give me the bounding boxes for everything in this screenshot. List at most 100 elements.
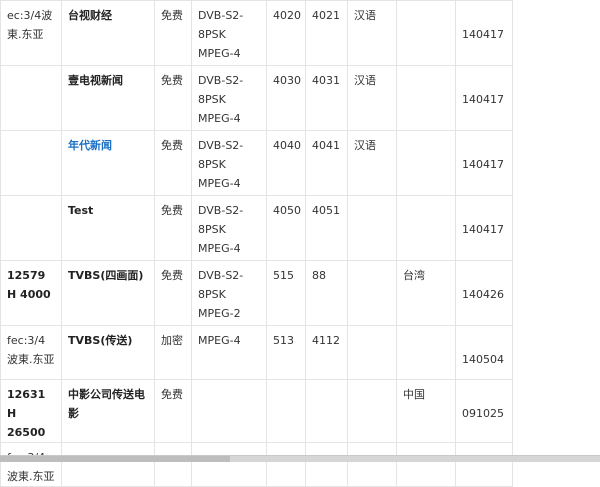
- region-cell: [396, 65, 456, 131]
- frequency-text: 12579 H 4000: [7, 269, 51, 301]
- language-cell: [347, 195, 397, 261]
- date-cell: 140417: [455, 0, 513, 66]
- date-cell: 140417: [455, 195, 513, 261]
- audio-pid-cell: 4021: [305, 0, 348, 66]
- fee-text: 免费: [161, 9, 183, 22]
- video-pid-cell: 515: [266, 260, 306, 326]
- channel-name-cell: TVBS(四画面): [61, 260, 155, 326]
- video-pid-cell: [266, 442, 306, 487]
- fee-cell: 免费: [154, 379, 192, 443]
- table-row: fec:3/4波東.东亚: [0, 442, 513, 487]
- table-row: Test 免费 DVB-S2-8PSK MPEG-4 4050 4051 140417: [0, 195, 513, 261]
- date-text: 140426: [462, 288, 504, 301]
- language-cell: [347, 442, 397, 487]
- region-cell: 中国: [396, 379, 456, 443]
- frequency-cell: [0, 130, 62, 196]
- channel-name-cell[interactable]: 年代新闻: [61, 130, 155, 196]
- language-text: 汉语: [354, 74, 376, 87]
- region-text: 台湾: [403, 269, 425, 282]
- language-text: 汉语: [354, 9, 376, 22]
- date-cell: [455, 442, 513, 487]
- channel-name-text: Test: [68, 204, 94, 217]
- video-pid-cell: 4030: [266, 65, 306, 131]
- frequency-cell: ec:3/4波東.东亚: [0, 0, 62, 66]
- date-cell: 140504: [455, 325, 513, 380]
- audio-pid-cell: 4041: [305, 130, 348, 196]
- system-text: MPEG-4: [198, 334, 241, 347]
- channel-name-text: 中影公司传送电影: [68, 388, 145, 420]
- video-pid-text: 4050: [273, 204, 301, 217]
- channel-name-text: 壹电视新闻: [68, 74, 123, 87]
- audio-pid-cell: 4051: [305, 195, 348, 261]
- fee-text: 免费: [161, 269, 183, 282]
- video-pid-cell: [266, 379, 306, 443]
- fee-text: 免费: [161, 139, 183, 152]
- fee-cell: 加密: [154, 325, 192, 380]
- fee-text: 免费: [161, 204, 183, 217]
- system-text: DVB-S2-8PSK MPEG-4: [198, 139, 244, 190]
- frequency-cell: fec:3/4波東.东亚: [0, 442, 62, 487]
- channel-name-text[interactable]: 年代新闻: [68, 139, 112, 152]
- table-row: 12579 H 4000 TVBS(四画面) 免费 DVB-S2-8PSK MPEG-…: [0, 260, 513, 326]
- system-text: DVB-S2-8PSK MPEG-4: [198, 74, 244, 125]
- channel-name-cell: Test: [61, 195, 155, 261]
- region-cell: [396, 442, 456, 487]
- fee-cell: 免费: [154, 65, 192, 131]
- fee-cell: 免费: [154, 195, 192, 261]
- channel-name-text: TVBS(四画面): [68, 269, 144, 282]
- language-cell: 汉语: [347, 130, 397, 196]
- frequency-text: fec:3/4波東.东亚: [7, 334, 55, 366]
- date-text: 140417: [462, 223, 504, 236]
- region-cell: [396, 0, 456, 66]
- channel-name-text: 台视财经: [68, 9, 112, 22]
- frequency-cell: [0, 195, 62, 261]
- audio-pid-cell: 4112: [305, 325, 348, 380]
- system-text: DVB-S2-8PSK MPEG-2: [198, 269, 244, 320]
- channel-name-cell: TVBS(传送): [61, 325, 155, 380]
- video-pid-cell: 4020: [266, 0, 306, 66]
- date-cell: 091025: [455, 379, 513, 443]
- language-cell: [347, 379, 397, 443]
- region-cell: 台湾: [396, 260, 456, 326]
- language-cell: 汉语: [347, 65, 397, 131]
- table-row: fec:3/4波東.东亚 TVBS(传送) 加密 MPEG-4 513 4112 14050…: [0, 325, 513, 380]
- channel-name-cell: 壹电视新闻: [61, 65, 155, 131]
- system-cell: [191, 442, 267, 487]
- system-cell: DVB-S2-8PSK MPEG-2: [191, 260, 267, 326]
- audio-pid-cell: [305, 442, 348, 487]
- fee-text: 免费: [161, 74, 183, 87]
- date-text: 140504: [462, 353, 504, 366]
- audio-pid-text: 4031: [312, 74, 340, 87]
- audio-pid-text: 4041: [312, 139, 340, 152]
- video-pid-text: 4030: [273, 74, 301, 87]
- date-text: 140417: [462, 28, 504, 41]
- channel-table: ec:3/4波東.东亚 台视财经 免费 DVB-S2-8PSK MPEG-4 4020 4…: [0, 0, 513, 487]
- table-row: 壹电视新闻 免费 DVB-S2-8PSK MPEG-4 4030 4031 汉语 14041…: [0, 65, 513, 131]
- video-pid-text: 4040: [273, 139, 301, 152]
- fee-cell: 免费: [154, 130, 192, 196]
- channel-table-body: ec:3/4波東.东亚 台视财经 免费 DVB-S2-8PSK MPEG-4 4020 4…: [0, 0, 513, 487]
- table-row: ec:3/4波東.东亚 台视财经 免费 DVB-S2-8PSK MPEG-4 4020 4…: [0, 0, 513, 66]
- audio-pid-cell: 88: [305, 260, 348, 326]
- language-cell: [347, 260, 397, 326]
- table-row: 12631 H 26500 中影公司传送电影 免费 中国 091025: [0, 379, 513, 443]
- fee-text: 加密: [161, 334, 183, 347]
- date-text: 091025: [462, 407, 504, 420]
- audio-pid-text: 4051: [312, 204, 340, 217]
- system-text: DVB-S2-8PSK MPEG-4: [198, 9, 244, 60]
- date-text: 140417: [462, 93, 504, 106]
- frequency-text: ec:3/4波東.东亚: [7, 9, 53, 41]
- fee-cell: [154, 442, 192, 487]
- channel-name-cell: 台视财经: [61, 0, 155, 66]
- language-cell: [347, 325, 397, 380]
- system-cell: DVB-S2-8PSK MPEG-4: [191, 0, 267, 66]
- video-pid-text: 513: [273, 334, 294, 347]
- video-pid-cell: 4050: [266, 195, 306, 261]
- audio-pid-text: 88: [312, 269, 326, 282]
- region-text: 中国: [403, 388, 425, 401]
- audio-pid-cell: [305, 379, 348, 443]
- channel-name-cell: [61, 442, 155, 487]
- fee-cell: 免费: [154, 0, 192, 66]
- scrollbar-thumb[interactable]: [0, 456, 230, 462]
- frequency-cell: [0, 65, 62, 131]
